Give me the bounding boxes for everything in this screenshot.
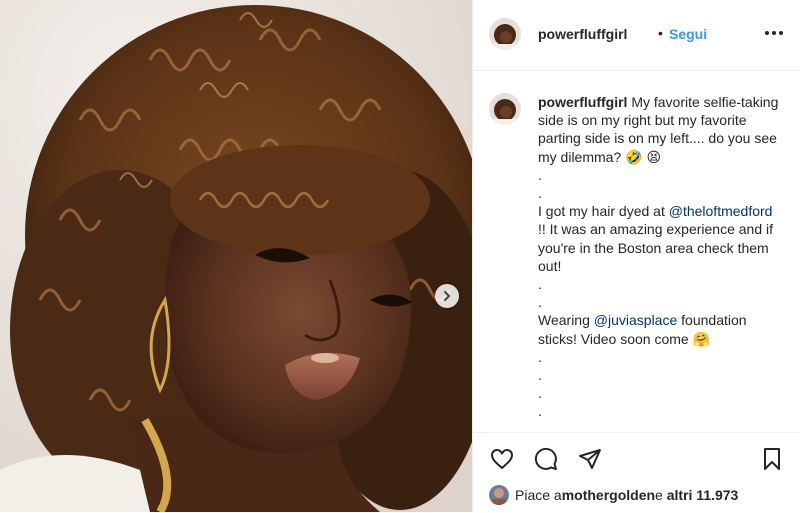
avatar-image: [489, 485, 509, 505]
share-button[interactable]: [577, 446, 603, 472]
author-avatar[interactable]: [489, 18, 521, 50]
comment-button[interactable]: [533, 446, 559, 472]
likes-count[interactable]: altri 11.973: [667, 487, 739, 503]
avatar-image: [489, 18, 521, 50]
header-separator: •: [658, 25, 663, 41]
more-options-button[interactable]: [763, 22, 785, 44]
post-header: powerfluffgirl • Segui: [473, 0, 800, 71]
caption-username[interactable]: powerfluffgirl: [538, 94, 627, 110]
post-sidebar: powerfluffgirl • Segui powerfluffgirl My…: [472, 0, 800, 512]
liker-avatar[interactable]: [489, 485, 509, 505]
likes-summary: Piace a mothergolden e altri 11.973: [489, 485, 738, 505]
mention-link[interactable]: @juviasplace: [594, 312, 677, 328]
caption-dots: . .: [538, 166, 542, 202]
caption-text: I got my hair dyed at: [538, 203, 669, 220]
action-bar: Piace a mothergolden e altri 11.973: [473, 432, 800, 513]
caption-text: Wearing: [538, 312, 594, 329]
follow-button[interactable]: Segui: [669, 26, 707, 42]
chevron-right-icon: [444, 291, 450, 301]
comment-icon: [534, 447, 557, 470]
selfie-image: [0, 0, 472, 512]
tired-face-emoji: 😫: [646, 148, 662, 165]
bookmark-icon: [764, 448, 780, 470]
post-modal: powerfluffgirl • Segui powerfluffgirl My…: [0, 0, 800, 512]
like-button[interactable]: [489, 446, 515, 472]
hugging-face-emoji: 🤗: [692, 330, 711, 347]
likes-prefix: Piace a: [515, 487, 562, 503]
save-button[interactable]: [759, 446, 785, 472]
rofl-emoji: 🤣: [625, 148, 643, 165]
post-caption: powerfluffgirl My favorite selfie-taking…: [538, 93, 784, 431]
post-photo[interactable]: [0, 0, 472, 512]
mention-link[interactable]: @theloftmedford: [669, 203, 773, 219]
caption-dots: . .: [538, 276, 542, 311]
next-photo-button[interactable]: [435, 284, 459, 308]
send-icon: [579, 449, 601, 469]
avatar-image: [489, 93, 521, 125]
comments-area[interactable]: powerfluffgirl My favorite selfie-taking…: [473, 71, 800, 431]
heart-icon: [491, 449, 513, 469]
caption-author-avatar[interactable]: [489, 93, 521, 125]
caption-dots: . . . . .: [538, 348, 542, 431]
more-horizontal-icon: [765, 31, 783, 35]
author-username[interactable]: powerfluffgirl: [538, 26, 627, 42]
likes-middle: e: [655, 487, 663, 503]
liker-username[interactable]: mothergolden: [562, 487, 655, 503]
